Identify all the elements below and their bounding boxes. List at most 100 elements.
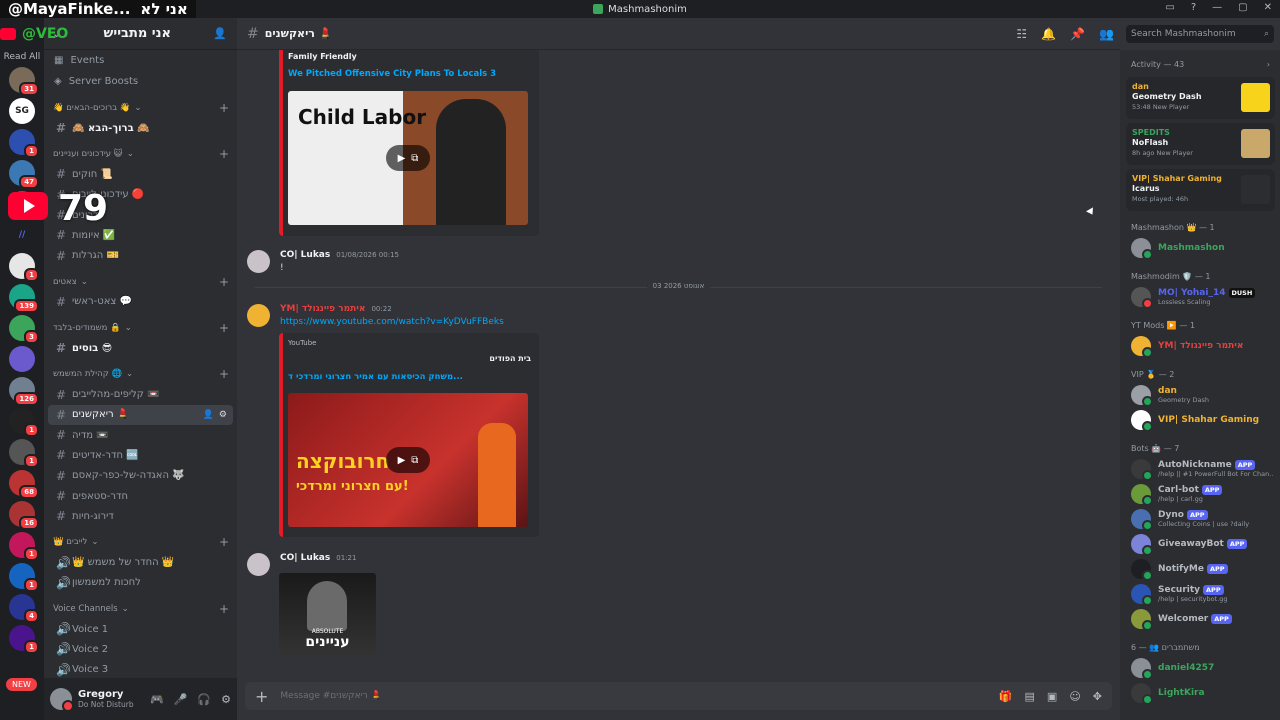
- message-author[interactable]: CO| Lukas: [280, 553, 330, 563]
- server-icon[interactable]: 1: [9, 532, 39, 561]
- pin-icon[interactable]: 📌: [1070, 27, 1085, 41]
- emoji-icon[interactable]: ☺: [1069, 690, 1080, 703]
- channel-item[interactable]: # דירוג-חיות: [48, 506, 233, 526]
- member-item[interactable]: LightKira: [1120, 680, 1280, 705]
- avatar[interactable]: [50, 688, 74, 712]
- channel-item[interactable]: 🔊 Voice 2: [48, 639, 233, 659]
- category-header[interactable]: 👑 לייבים ⌄ +: [44, 532, 237, 552]
- server-icon[interactable]: //: [9, 222, 35, 248]
- category-header[interactable]: משמודים-בלבד 🔒 ⌄ +: [44, 318, 237, 338]
- channel-item[interactable]: # קליפים-מהלייבים 📼: [48, 384, 233, 404]
- member-item[interactable]: NotifyMe APP: [1120, 556, 1280, 581]
- gift-icon[interactable]: 🎁: [999, 690, 1013, 703]
- activity-card[interactable]: dan Geometry Dash 53:48 New Player: [1126, 77, 1275, 119]
- channel-item[interactable]: # האגדה-של-כפר-קאסם 🐺: [48, 466, 233, 486]
- avatar[interactable]: [247, 553, 270, 576]
- gif-icon[interactable]: ▤: [1025, 690, 1035, 703]
- inbox-icon[interactable]: ▭: [1165, 2, 1174, 13]
- gamepad-icon[interactable]: 🎮: [150, 693, 164, 706]
- embed-title-link[interactable]: משחק הכיסאות עם אמיר חצרוני ומרדכי ד...: [288, 372, 463, 382]
- channel-item[interactable]: # חדר-סטאפים: [48, 486, 233, 506]
- member-item[interactable]: Welcomer APP: [1120, 606, 1280, 631]
- add-channel-icon[interactable]: +: [219, 275, 229, 289]
- server-icon[interactable]: 1: [9, 439, 39, 468]
- avatar[interactable]: [247, 250, 270, 273]
- channel-item[interactable]: # ריאקשנים 💄 👤 ⚙: [48, 404, 233, 425]
- channel-item[interactable]: # חדר-אדיטים 🆒: [48, 445, 233, 465]
- channel-item[interactable]: # צאט-ראשי 💬: [48, 292, 233, 312]
- category-header[interactable]: קהילת המשמש 🌐 ⌄ +: [44, 364, 237, 384]
- category-header[interactable]: צאטים ⌄ +: [44, 272, 237, 292]
- settings-icon[interactable]: ⚙: [219, 410, 227, 420]
- embed-title-link[interactable]: We Pitched Offensive City Plans To Local…: [288, 69, 496, 79]
- server-boosts-item[interactable]: ◈ Server Boosts: [44, 71, 237, 92]
- new-pill[interactable]: NEW: [6, 678, 37, 691]
- server-icon[interactable]: 1: [9, 563, 39, 592]
- server-icon[interactable]: 16: [9, 501, 39, 530]
- channel-item[interactable]: # חוקים 📜: [48, 164, 233, 184]
- activity-card[interactable]: SPEDITS NoFlash 8h ago New Player: [1126, 123, 1275, 165]
- message-author[interactable]: YM| איתמר פיינגולד: [280, 304, 365, 314]
- maximize-button[interactable]: ▢: [1238, 2, 1247, 13]
- member-item[interactable]: GiveawayBot APP: [1120, 531, 1280, 556]
- play-button[interactable]: ▶ ⧉: [386, 447, 430, 473]
- add-channel-icon[interactable]: +: [219, 147, 229, 161]
- channel-item[interactable]: 🔊 👑 החדר של משמש 👑: [48, 552, 233, 572]
- microphone-icon[interactable]: 🎤: [174, 693, 188, 706]
- server-icon[interactable]: 1: [9, 408, 39, 437]
- channel-item[interactable]: 🔊 Voice 3: [48, 660, 233, 680]
- server-icon[interactable]: 4: [9, 594, 39, 623]
- help-icon[interactable]: ?: [1191, 2, 1196, 13]
- server-icon[interactable]: 1: [9, 253, 39, 282]
- member-item[interactable]: AutoNickname APP/help || #1 PowerFull Bot…: [1120, 456, 1280, 481]
- server-icon[interactable]: 31: [9, 67, 39, 96]
- server-icon[interactable]: 1: [9, 625, 39, 654]
- channel-item[interactable]: # הגרלות 🎫: [48, 245, 233, 265]
- play-button[interactable]: ▶ ⧉: [386, 145, 430, 171]
- server-icon[interactable]: 3: [9, 315, 39, 344]
- category-header[interactable]: 👋 ברוכים-הבאים 👋 ⌄ +: [44, 98, 237, 118]
- channel-item[interactable]: # 🙈 ברוך-הבא 🙈: [48, 118, 233, 138]
- message-author[interactable]: CO| Lukas: [280, 250, 330, 260]
- member-item[interactable]: dan Geometry Dash: [1120, 382, 1280, 407]
- channel-item[interactable]: # בוסים 😎: [48, 338, 233, 358]
- channel-item[interactable]: 🔊 Voice 1: [48, 619, 233, 639]
- add-member-icon[interactable]: 👤: [203, 410, 214, 420]
- add-member-icon[interactable]: 👤: [213, 27, 227, 40]
- guild-header[interactable]: ⌄ אני מתבייש 👤: [44, 18, 237, 50]
- member-item[interactable]: daniel4257: [1120, 655, 1280, 680]
- server-icon[interactable]: SG: [9, 98, 35, 124]
- member-item[interactable]: Carl-bot APP/help | carl.gg: [1120, 481, 1280, 506]
- server-icon[interactable]: [9, 346, 35, 372]
- member-item[interactable]: YM| איתמר פיינגולד: [1120, 333, 1280, 358]
- server-icon[interactable]: 68: [9, 470, 39, 499]
- apps-icon[interactable]: ✥: [1093, 690, 1102, 703]
- headphones-icon[interactable]: 🎧: [197, 693, 211, 706]
- activity-card[interactable]: VIP| Shahar Gaming Icarus Most played: 46h: [1126, 169, 1275, 211]
- server-icon[interactable]: 1: [9, 129, 39, 158]
- member-item[interactable]: Dyno APP Collecting Coins | use ?daily: [1120, 506, 1280, 531]
- category-header[interactable]: Voice Channels ⌄ +: [44, 599, 237, 619]
- member-item[interactable]: VIP| Shahar Gaming: [1120, 407, 1280, 432]
- video-thumbnail[interactable]: חרובוקצה עם חצרוני ומרדכי! ▶ ⧉: [288, 393, 528, 527]
- user-info[interactable]: Gregory Do Not Disturb: [78, 689, 134, 709]
- events-item[interactable]: ▦ Events: [44, 50, 237, 71]
- add-channel-icon[interactable]: +: [219, 321, 229, 335]
- members-icon[interactable]: 👥: [1099, 27, 1114, 41]
- image-attachment[interactable]: ABSOLUTE עניינים: [279, 573, 376, 656]
- channel-item[interactable]: # מדיה 📼: [48, 425, 233, 445]
- search-input[interactable]: Search Mashmashonim ⌕: [1126, 25, 1274, 43]
- settings-icon[interactable]: ⚙: [221, 693, 231, 706]
- sticker-icon[interactable]: ▣: [1047, 690, 1057, 703]
- add-channel-icon[interactable]: +: [219, 535, 229, 549]
- message-composer[interactable]: + Message #ריאקשנים 💄 🎁 ▤ ▣ ☺ ✥: [245, 682, 1112, 710]
- close-button[interactable]: ✕: [1264, 2, 1272, 13]
- member-item[interactable]: Security APP/help | securitybot.gg: [1120, 581, 1280, 606]
- read-all-button[interactable]: Read All: [0, 52, 44, 62]
- bell-icon[interactable]: 🔔: [1041, 27, 1056, 41]
- member-item[interactable]: Mashmashon: [1120, 235, 1280, 260]
- add-channel-icon[interactable]: +: [219, 602, 229, 616]
- video-thumbnail[interactable]: Child Labor ▶ ⧉: [288, 91, 528, 225]
- message-link[interactable]: https://www.youtube.com/watch?v=KyDVuFFB…: [280, 317, 504, 327]
- add-channel-icon[interactable]: +: [219, 101, 229, 115]
